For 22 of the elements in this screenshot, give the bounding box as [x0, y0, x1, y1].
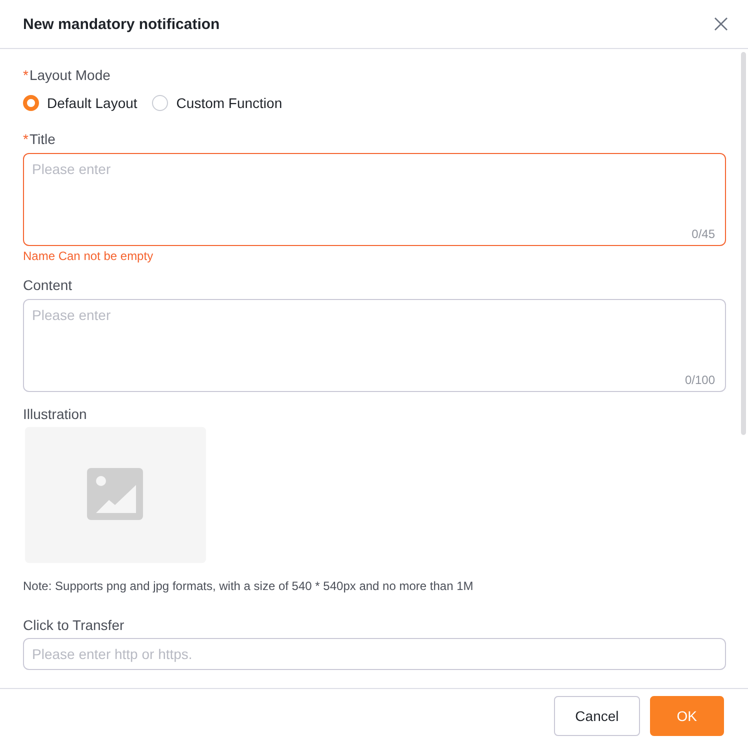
- character-counter: 0/100: [684, 373, 715, 387]
- note-text: Note: Supports png and jpg formats, with a size of 540 * 540px and no more than 1M: [23, 579, 474, 593]
- radio-icon[interactable]: [152, 95, 168, 111]
- scrollbar[interactable]: [741, 52, 746, 435]
- url-field[interactable]: Please enter http or https.: [23, 638, 726, 670]
- field-label: Click to Transfer: [23, 617, 124, 634]
- character-counter: 0/45: [692, 227, 715, 241]
- cancel-button[interactable]: Cancel: [554, 696, 640, 736]
- field-label: Content: [23, 277, 72, 294]
- field-label: Illustration: [23, 406, 87, 423]
- field-label: Title: [29, 131, 56, 148]
- error-message: Name Can not be empty: [23, 249, 154, 263]
- dialog-title: New mandatory notification: [23, 16, 220, 32]
- required-mark: *: [23, 67, 28, 84]
- image-upload[interactable]: [25, 427, 206, 563]
- radio-option[interactable]: Custom Function: [152, 95, 282, 111]
- radio-icon[interactable]: [23, 95, 39, 111]
- image-placeholder-icon: [86, 468, 144, 522]
- field-label: Layout Mode: [29, 67, 110, 84]
- required-mark: *: [23, 131, 28, 148]
- radio-option[interactable]: Default Layout: [23, 95, 138, 111]
- close-icon[interactable]: [714, 17, 728, 31]
